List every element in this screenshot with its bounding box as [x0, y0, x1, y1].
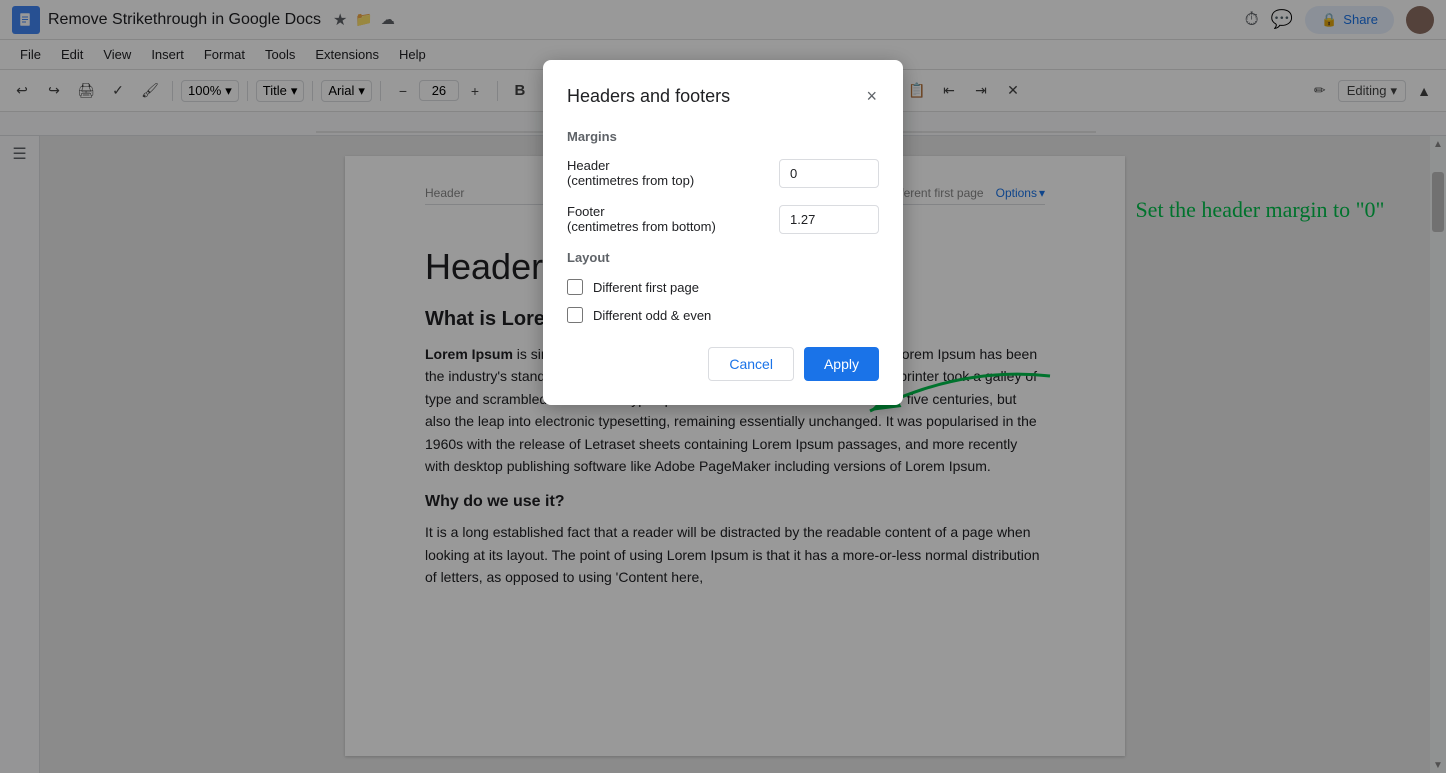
headers-footers-modal: Headers and footers × Margins Header (ce… [543, 60, 903, 405]
layout-label: Layout [567, 250, 879, 265]
header-field-label: Header (centimetres from top) [567, 158, 694, 188]
apply-button[interactable]: Apply [804, 347, 879, 381]
different-odd-even-checkbox-label: Different odd & even [593, 308, 711, 323]
modal-footer: Cancel Apply [567, 347, 879, 381]
cancel-button[interactable]: Cancel [708, 347, 794, 381]
modal-header: Headers and footers × [567, 84, 879, 109]
footer-field-label: Footer (centimetres from bottom) [567, 204, 716, 234]
different-odd-even-checkbox[interactable] [567, 307, 583, 323]
modal-close-button[interactable]: × [864, 84, 879, 109]
different-first-page-checkbox-label: Different first page [593, 280, 699, 295]
modal-overlay[interactable]: Headers and footers × Margins Header (ce… [0, 0, 1446, 773]
header-margin-field: Header (centimetres from top) [567, 158, 879, 188]
different-first-page-row: Different first page [567, 279, 879, 295]
header-margin-input[interactable] [779, 159, 879, 188]
margins-label: Margins [567, 129, 879, 144]
modal-title: Headers and footers [567, 86, 730, 107]
footer-margin-input[interactable] [779, 205, 879, 234]
different-odd-even-row: Different odd & even [567, 307, 879, 323]
different-first-page-checkbox[interactable] [567, 279, 583, 295]
footer-margin-field: Footer (centimetres from bottom) [567, 204, 879, 234]
